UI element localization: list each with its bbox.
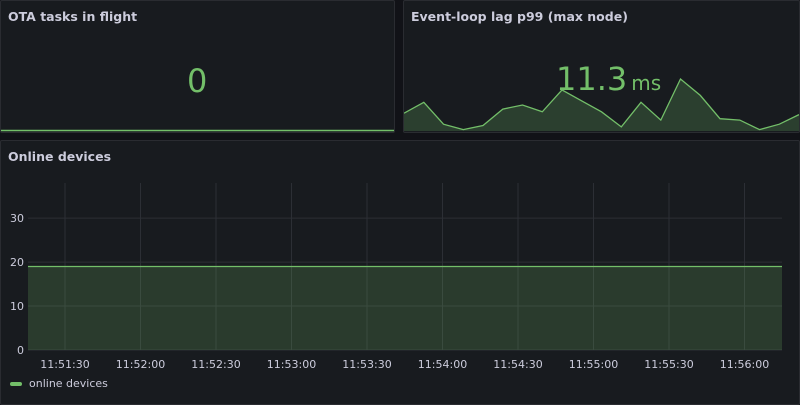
chart-legend[interactable]: online devices [10, 377, 108, 390]
y-tick-label: 0 [17, 344, 24, 357]
x-tick-label: 11:54:30 [493, 358, 542, 371]
x-tick-label: 11:53:30 [342, 358, 391, 371]
x-tick-label: 11:56:00 [720, 358, 769, 371]
y-tick-label: 30 [10, 212, 24, 225]
legend-swatch [10, 381, 22, 386]
x-tick-label: 11:51:30 [40, 358, 89, 371]
x-tick-label: 11:53:00 [267, 358, 316, 371]
x-tick-label: 11:54:00 [418, 358, 467, 371]
online-devices-chart: 0 10 20 30 11:51:30 11:52:00 11:52:30 11:53:00 1… [10, 183, 782, 371]
x-tick-label: 11:55:00 [569, 358, 618, 371]
x-tick-label: 11:55:30 [644, 358, 693, 371]
y-tick-label: 20 [10, 256, 24, 269]
legend-label: online devices [29, 377, 108, 390]
y-tick-label: 10 [10, 300, 24, 313]
x-tick-label: 11:52:30 [191, 358, 240, 371]
x-tick-label: 11:52:00 [116, 358, 165, 371]
series-area [28, 266, 782, 350]
